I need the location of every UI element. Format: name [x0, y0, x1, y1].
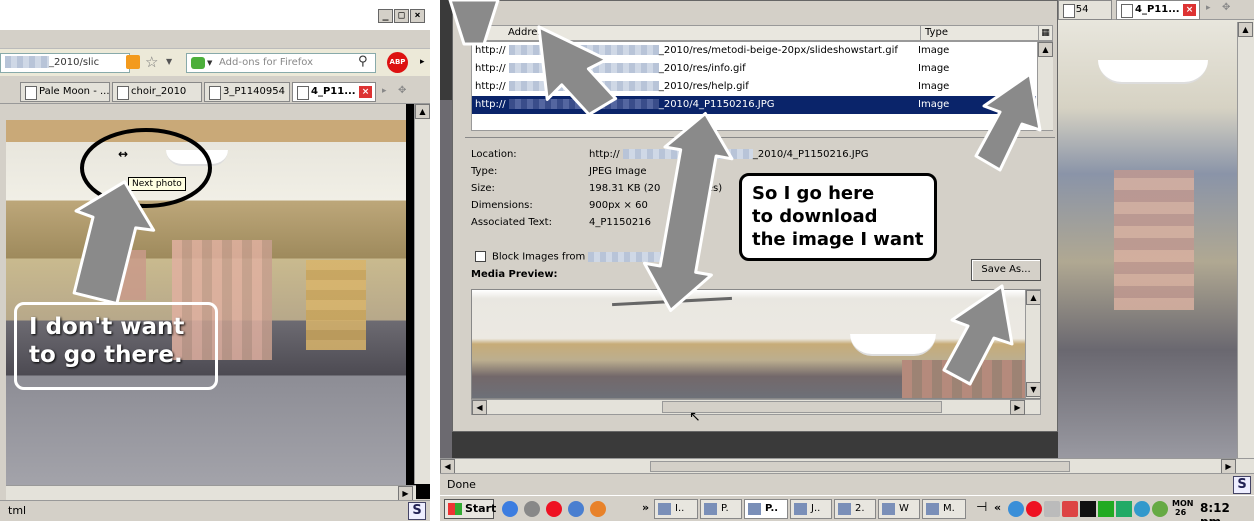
arrow-save-as	[942, 284, 1014, 386]
arrow-top-2	[537, 25, 618, 116]
arrow-double	[642, 112, 734, 312]
arrow-up-left-panel	[72, 180, 156, 306]
arrow-right-upper	[974, 72, 1042, 172]
annotation-overlay	[72, 0, 1042, 386]
arrow-top-1	[448, 0, 500, 46]
